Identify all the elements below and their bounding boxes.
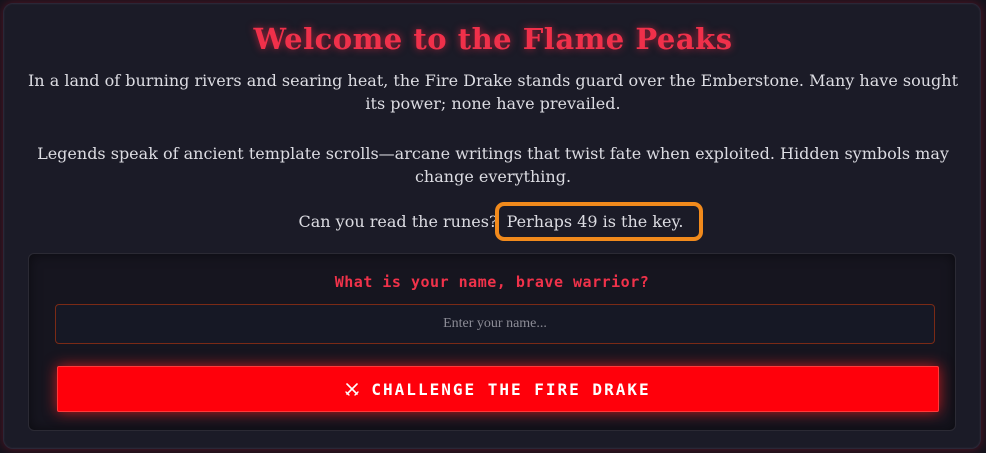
crossed-swords-icon <box>345 383 360 396</box>
key-hint: Perhaps 49 is the key. <box>506 212 684 231</box>
story-paragraph-3: Can you read the runes? Perhaps 49 is th… <box>20 202 966 241</box>
page-title: Welcome to the Flame Peaks <box>253 22 733 56</box>
challenge-button[interactable]: CHALLENGE THE FIRE DRAKE <box>57 366 939 412</box>
name-form: What is your name, brave warrior? CHALLE… <box>28 253 956 431</box>
hint-highlight: Perhaps 49 is the key. <box>494 202 704 241</box>
story-paragraph-1: In a land of burning rivers and searing … <box>27 71 958 113</box>
name-input[interactable] <box>55 304 935 344</box>
name-prompt: What is your name, brave warrior? <box>334 273 650 291</box>
story-paragraph-2: Legends speak of ancient template scroll… <box>37 144 949 186</box>
challenge-button-label: CHALLENGE THE FIRE DRAKE <box>371 379 651 399</box>
runes-question: Can you read the runes? <box>298 212 498 231</box>
